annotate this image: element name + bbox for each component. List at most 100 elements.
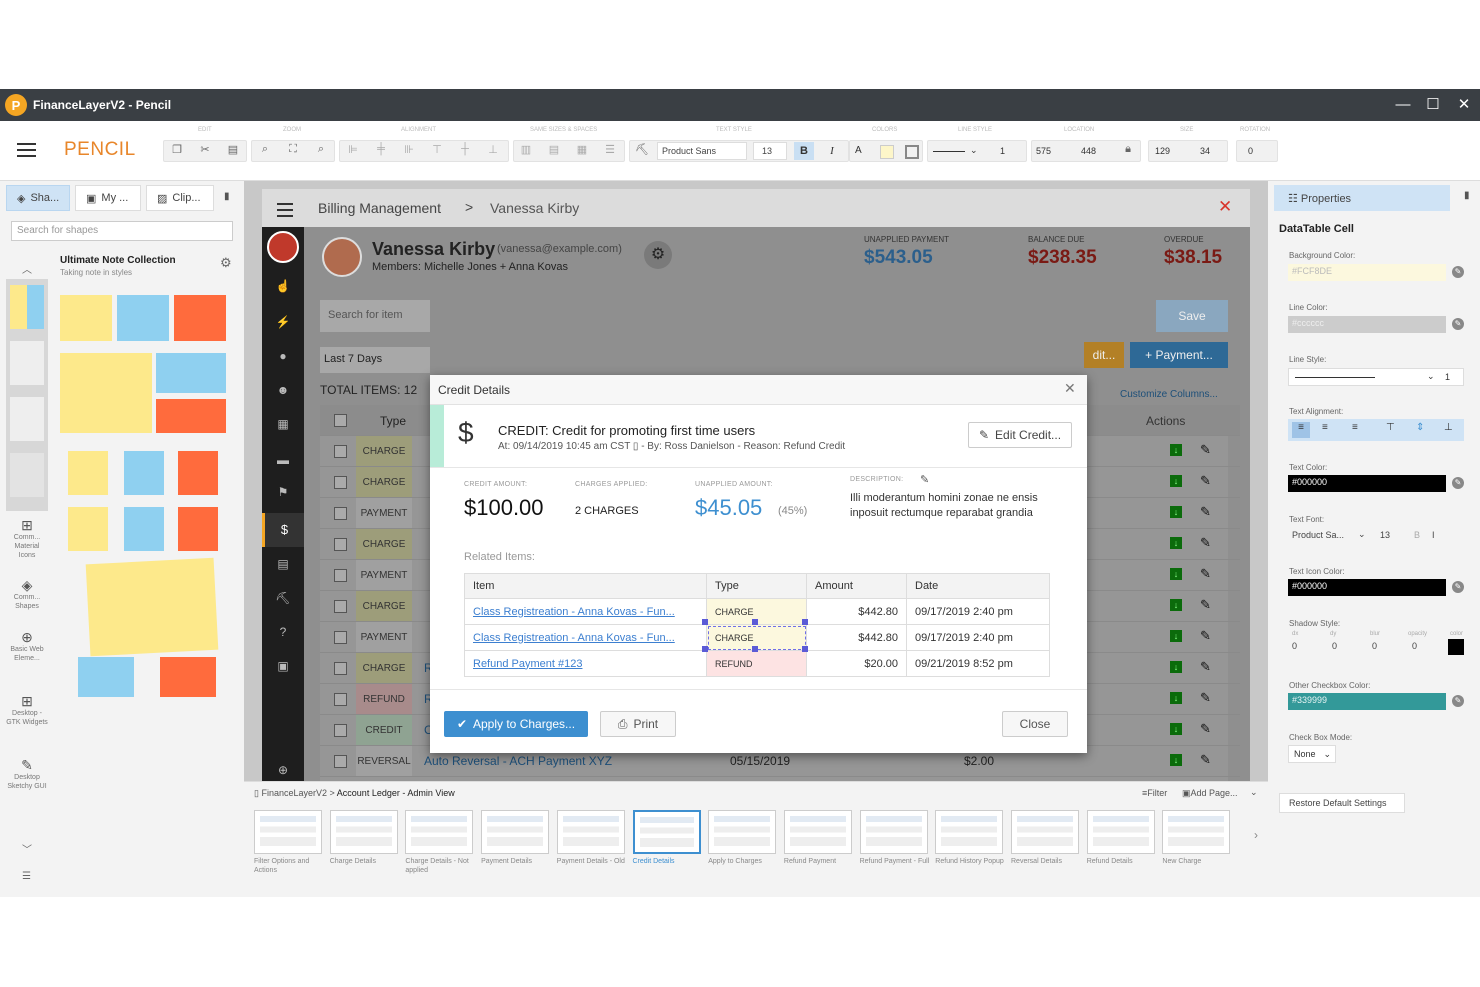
- page-thumbnail[interactable]: [254, 810, 322, 854]
- page-thumbnail[interactable]: [708, 810, 777, 854]
- apply-icon[interactable]: ↓: [1170, 506, 1182, 518]
- line-style-preview[interactable]: [933, 151, 965, 152]
- line-style-select[interactable]: ⌄ 1: [1288, 368, 1464, 386]
- related-item-link[interactable]: Refund Payment #123: [473, 658, 582, 670]
- lock-icon[interactable]: 🔒︎: [1120, 143, 1136, 156]
- cut-icon[interactable]: ✂: [197, 143, 213, 156]
- same-width-icon[interactable]: ▥: [518, 143, 534, 156]
- line-width-field[interactable]: 1: [1000, 146, 1005, 156]
- width-field[interactable]: 129: [1155, 146, 1170, 156]
- page-thumbnail[interactable]: [783, 810, 852, 854]
- sticky-note-shape[interactable]: [68, 507, 108, 551]
- edit-icon[interactable]: ✎: [1200, 442, 1211, 458]
- related-item-link[interactable]: Class Registreation - Anna Kovas - Fun..…: [473, 606, 675, 618]
- globe-icon[interactable]: ⊕: [275, 763, 291, 779]
- chevron-right-icon[interactable]: ›: [1254, 828, 1258, 842]
- edit-icon[interactable]: ✎: [1200, 721, 1211, 737]
- restore-defaults-button[interactable]: Restore Default Settings: [1279, 793, 1405, 813]
- shadow-opacity-field[interactable]: 0: [1412, 641, 1417, 651]
- customize-columns-link[interactable]: Customize Columns...: [1120, 389, 1218, 400]
- align-top-icon[interactable]: ⊤: [429, 143, 445, 156]
- page-thumbnail[interactable]: [556, 810, 625, 854]
- sticky-note-shape[interactable]: [60, 295, 112, 341]
- font-size-field[interactable]: 13: [753, 142, 787, 160]
- color-picker-icon[interactable]: ✎: [1452, 695, 1464, 707]
- align-bottom-icon[interactable]: ⊥: [485, 143, 501, 156]
- credit-button[interactable]: dit...: [1084, 342, 1124, 368]
- page-thumbnail[interactable]: [859, 810, 928, 854]
- bag-icon[interactable]: ▣: [275, 659, 291, 675]
- edit-icon[interactable]: ✎: [1200, 597, 1211, 613]
- video-icon[interactable]: ▬: [275, 453, 291, 469]
- align-middle-icon[interactable]: ⇕: [1416, 422, 1424, 433]
- sticky-note-shape[interactable]: [85, 557, 219, 657]
- same-height-icon[interactable]: ▤: [546, 143, 562, 156]
- collection-thumb[interactable]: [10, 453, 44, 497]
- sticky-note-shape[interactable]: [174, 295, 226, 341]
- payment-button[interactable]: + Payment...: [1130, 342, 1228, 368]
- page-thumbnail[interactable]: [1011, 810, 1079, 854]
- y-field[interactable]: 448: [1081, 146, 1096, 156]
- page-thumbnail[interactable]: [481, 810, 550, 854]
- category-shapes[interactable]: ◈ Comm... Shapes: [6, 578, 48, 611]
- line-color-field[interactable]: #cccccc: [1288, 316, 1446, 333]
- text-color-button[interactable]: A: [855, 145, 862, 156]
- close-button[interactable]: Close: [1002, 711, 1068, 737]
- close-icon[interactable]: ✕: [1218, 197, 1232, 217]
- document-icon[interactable]: ▤: [275, 557, 291, 573]
- nav-icon[interactable]: ⚡: [275, 315, 291, 331]
- minimize-button[interactable]: —: [1393, 95, 1413, 115]
- list-view-icon[interactable]: ☰: [22, 871, 31, 882]
- height-field[interactable]: 34: [1200, 146, 1210, 156]
- row-checkbox[interactable]: [334, 724, 347, 737]
- apply-to-charges-button[interactable]: ✔ Apply to Charges...: [444, 711, 588, 737]
- related-item-link[interactable]: Class Registreation - Anna Kovas - Fun..…: [473, 632, 675, 644]
- breadcrumb-root[interactable]: Billing Management: [318, 200, 441, 216]
- edit-icon[interactable]: ✎: [1200, 504, 1211, 520]
- calendar-icon[interactable]: ▦: [275, 417, 291, 433]
- nav-icon[interactable]: ☝: [275, 279, 291, 295]
- print-button[interactable]: ⎙ Print: [600, 711, 676, 737]
- chevron-up-icon[interactable]: ︿: [22, 261, 32, 276]
- apply-icon[interactable]: ↓: [1170, 475, 1182, 487]
- dialog-close-icon[interactable]: ✕: [1064, 380, 1076, 397]
- sticky-note-shape[interactable]: [156, 399, 226, 433]
- h-space-icon[interactable]: ▦: [574, 143, 590, 156]
- selection-handle[interactable]: [702, 619, 708, 625]
- align-center-icon[interactable]: ╪: [373, 143, 389, 155]
- apply-icon[interactable]: ↓: [1170, 754, 1182, 766]
- collection-thumb[interactable]: [10, 397, 44, 441]
- sticky-note-shape[interactable]: [78, 657, 134, 697]
- item-search-input[interactable]: Search for item: [320, 300, 430, 332]
- avatar[interactable]: [267, 231, 299, 263]
- help-icon[interactable]: ?: [275, 625, 291, 641]
- sticky-note-shape[interactable]: [124, 451, 164, 495]
- pin-icon[interactable]: ▮: [224, 191, 230, 202]
- close-window-button[interactable]: ✕: [1454, 95, 1474, 115]
- selection-handle[interactable]: [702, 646, 708, 652]
- edit-icon[interactable]: ✎: [1200, 628, 1211, 644]
- align-top-icon[interactable]: ⊤: [1386, 422, 1395, 433]
- group-icon[interactable]: ☻: [275, 383, 291, 399]
- chevron-down-icon[interactable]: ﹀: [22, 841, 32, 856]
- flag-icon[interactable]: ⚑: [275, 485, 291, 501]
- apply-icon[interactable]: ↓: [1170, 630, 1182, 642]
- mockup-menu-icon[interactable]: [277, 203, 293, 221]
- row-checkbox[interactable]: [334, 693, 347, 706]
- align-left-icon[interactable]: ≡: [1292, 422, 1310, 438]
- tab-clipart[interactable]: ▨ Clip...: [146, 185, 214, 211]
- selection-handle[interactable]: [752, 619, 758, 625]
- category-gtk-widgets[interactable]: ⊞ Desktop - GTK Widgets: [6, 694, 48, 727]
- filter-button[interactable]: ≡Filter: [1142, 788, 1167, 798]
- apply-icon[interactable]: ↓: [1170, 599, 1182, 611]
- sticky-note-shape[interactable]: [60, 353, 152, 433]
- sticky-note-shape[interactable]: [117, 295, 169, 341]
- align-right-icon[interactable]: ⊪: [401, 143, 417, 156]
- color-picker-icon[interactable]: ✎: [1452, 581, 1464, 593]
- nav-billing-active[interactable]: $: [262, 513, 304, 547]
- sticky-note-shape[interactable]: [124, 507, 164, 551]
- format-painter-icon[interactable]: ⛏: [634, 143, 650, 156]
- align-middle-icon[interactable]: ┼: [457, 143, 473, 155]
- bold-toggle[interactable]: B: [1414, 530, 1420, 540]
- row-item-link[interactable]: Auto Reversal - ACH Payment XYZ: [424, 754, 612, 768]
